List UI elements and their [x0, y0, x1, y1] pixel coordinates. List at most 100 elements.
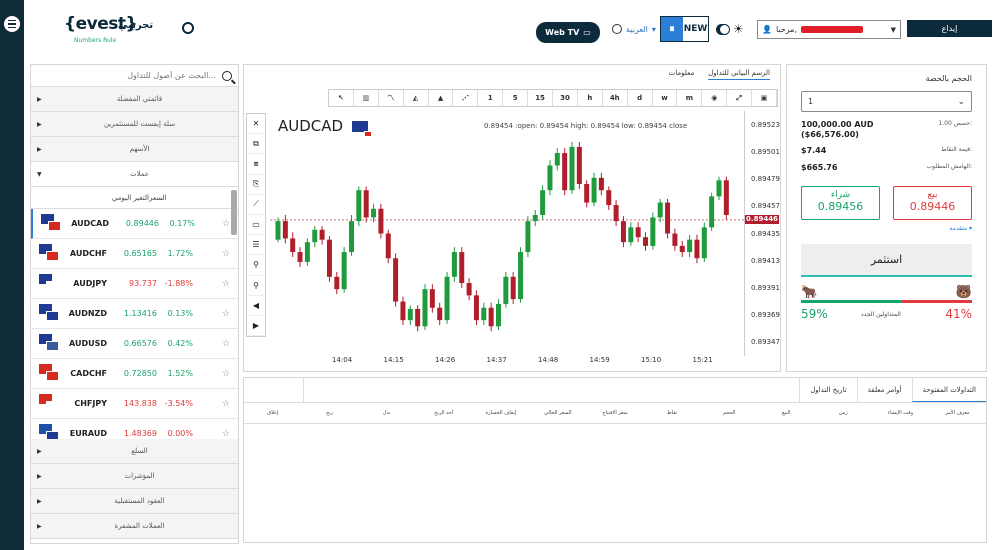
amount-select[interactable]: 1 ⌄: [801, 91, 972, 112]
star-icon[interactable]: ☆: [222, 369, 230, 379]
candle-body: [481, 307, 487, 321]
candle-body: [488, 307, 494, 327]
candle-body: [400, 301, 406, 321]
instrument-symbol: CHFJPY: [74, 399, 107, 408]
category-top-2[interactable]: ▶ الأسهم: [31, 137, 238, 162]
star-icon[interactable]: ☆: [222, 429, 230, 439]
x-tick-label: 14:04: [332, 356, 353, 364]
candle-body: [393, 258, 399, 302]
candle-body: [716, 180, 722, 197]
new-platform-button[interactable]: ⏸ NEW: [660, 16, 709, 42]
positions-table-header: إغلاق ربح بدل أخذ الربح إيقاف الخسارة السعر ا…: [244, 402, 986, 424]
instrument-row[interactable]: AUDJPY 93.737 -1.88% ☆: [31, 269, 238, 299]
positions-column-header: سعر الافتتاح: [602, 410, 628, 416]
y-tick-label: 0.89457: [751, 202, 780, 211]
theme-toggle[interactable]: ☀: [716, 22, 750, 36]
star-icon[interactable]: ☆: [222, 249, 230, 259]
caret-right-icon: ▶: [37, 120, 42, 128]
category-top-0[interactable]: ▶ قائمتي المفضلة: [31, 87, 238, 112]
user-greeting: مرحبا,: [775, 25, 798, 34]
tab-trade-history[interactable]: تاريخ التداول: [799, 378, 856, 402]
instrument-price: 0.72850: [123, 369, 157, 378]
toggle-switch[interactable]: [716, 23, 730, 35]
instrument-row[interactable]: CHFJPY 143.838 -3.54% ☆: [31, 389, 238, 419]
signal-icon: [182, 22, 194, 34]
advanced-toggle[interactable]: متقدمة ▾: [949, 225, 972, 232]
tab-open-trades[interactable]: التداولات المفتوحة: [911, 378, 986, 402]
candle-body: [657, 202, 663, 218]
star-icon[interactable]: ☆: [222, 399, 230, 409]
instrument-row[interactable]: AUDCAD 0.89446 0.17% ☆: [31, 209, 238, 239]
candle-body: [415, 308, 421, 327]
menu-icon[interactable]: [4, 16, 20, 32]
brand-logo[interactable]: {evest} تجريبي Numbers Rule: [64, 14, 194, 44]
tab-pending-orders[interactable]: أوامر معلقة: [856, 378, 912, 402]
caret-right-icon: ▶: [37, 145, 42, 153]
top-bar: {evest} تجريبي Numbers Rule Web TV ▭ الع…: [24, 0, 1000, 60]
margin-key: الهامش المطلوب:: [926, 163, 972, 170]
candle-body: [650, 217, 656, 246]
instrument-price: 0.65165: [123, 249, 157, 258]
sell-percent: 41%: [945, 307, 972, 321]
currency-pair-flag-icon: [39, 303, 61, 324]
star-icon[interactable]: ☆: [222, 279, 230, 289]
category-bottom-3[interactable]: ▶ العملات المشفرة: [31, 514, 238, 539]
candle-body: [576, 146, 582, 185]
candle-body: [385, 233, 391, 259]
ohlc-readout: 0.89454 :open: 0.89454 high: 0.89454 low…: [484, 122, 688, 130]
caret-right-icon: ▶: [37, 497, 42, 505]
candle-body: [290, 238, 296, 253]
caret-right-icon: ▶: [37, 522, 42, 530]
sell-button[interactable]: بيع 0.89446: [893, 186, 972, 220]
search-input[interactable]: [37, 71, 216, 80]
caret-down-icon: ▾: [968, 225, 972, 232]
buy-label: شراء: [830, 190, 851, 200]
candle-body: [723, 180, 729, 215]
instrument-price: 0.89446: [125, 219, 159, 228]
category-currencies[interactable]: ▼ عملات: [31, 162, 238, 187]
candle-body: [363, 190, 369, 218]
user-account-dropdown[interactable]: 👤 مرحبا, ▼: [757, 20, 901, 39]
positions-column-header: أخذ الربح: [434, 410, 454, 416]
caret-down-icon: ▾: [651, 24, 656, 34]
instrument-row[interactable]: AUDCHF 0.65165 1.72% ☆: [31, 239, 238, 269]
candlestick-chart[interactable]: [244, 65, 780, 371]
y-tick-label: 0.89523: [751, 120, 780, 129]
candle-body: [643, 237, 648, 246]
logo-tagline: Numbers Rule: [74, 37, 117, 44]
candle-body: [672, 233, 678, 246]
category-bottom-0[interactable]: ▶ السلع: [31, 439, 238, 464]
currency-pair-flag-icon: [41, 213, 63, 234]
instrument-row[interactable]: AUDUSD 0.66576 0.42% ☆: [31, 329, 238, 359]
list-scrollbar[interactable]: [231, 190, 237, 235]
star-icon[interactable]: ☆: [222, 339, 230, 349]
positions-tab-spacer: [244, 378, 304, 402]
category-bottom-2[interactable]: ▶ العقود المستقبلية: [31, 489, 238, 514]
candle-body: [510, 276, 516, 300]
x-tick-label: 14:37: [486, 356, 507, 364]
candle-body: [547, 165, 553, 191]
language-selector[interactable]: العربية ▾: [612, 24, 656, 34]
web-tv-button[interactable]: Web TV ▭: [536, 22, 600, 43]
caret-right-icon: ▶: [37, 472, 42, 480]
logo-demo-label: تجريبي: [118, 20, 154, 31]
star-icon[interactable]: ☆: [222, 219, 230, 229]
instrument-row[interactable]: CADCHF 0.72850 1.52% ☆: [31, 359, 238, 389]
category-top-1[interactable]: ▶ سلة إيفست للمستثمرين: [31, 112, 238, 137]
candle-body: [598, 177, 604, 191]
deposit-button[interactable]: إيداع: [907, 20, 992, 37]
star-icon[interactable]: ☆: [222, 309, 230, 319]
candle-body: [451, 252, 457, 277]
instrument-price: 93.737: [129, 279, 157, 288]
category-bottom-1[interactable]: ▶ المؤشرات: [31, 464, 238, 489]
lot-info: 100,000.00 AUD 1.00 حصص:: [801, 120, 972, 129]
candle-body: [437, 307, 443, 321]
candle-body: [282, 221, 288, 239]
buy-button[interactable]: شراء 0.89456: [801, 186, 880, 220]
invest-button[interactable]: استثمر: [801, 244, 972, 277]
search-icon[interactable]: [222, 70, 232, 81]
y-tick-label: 0.89391: [751, 283, 780, 292]
advanced-label: متقدمة: [949, 225, 968, 232]
buy-price: 0.89456: [817, 200, 864, 213]
instrument-row[interactable]: AUDNZD 1.13416 0.13% ☆: [31, 299, 238, 329]
